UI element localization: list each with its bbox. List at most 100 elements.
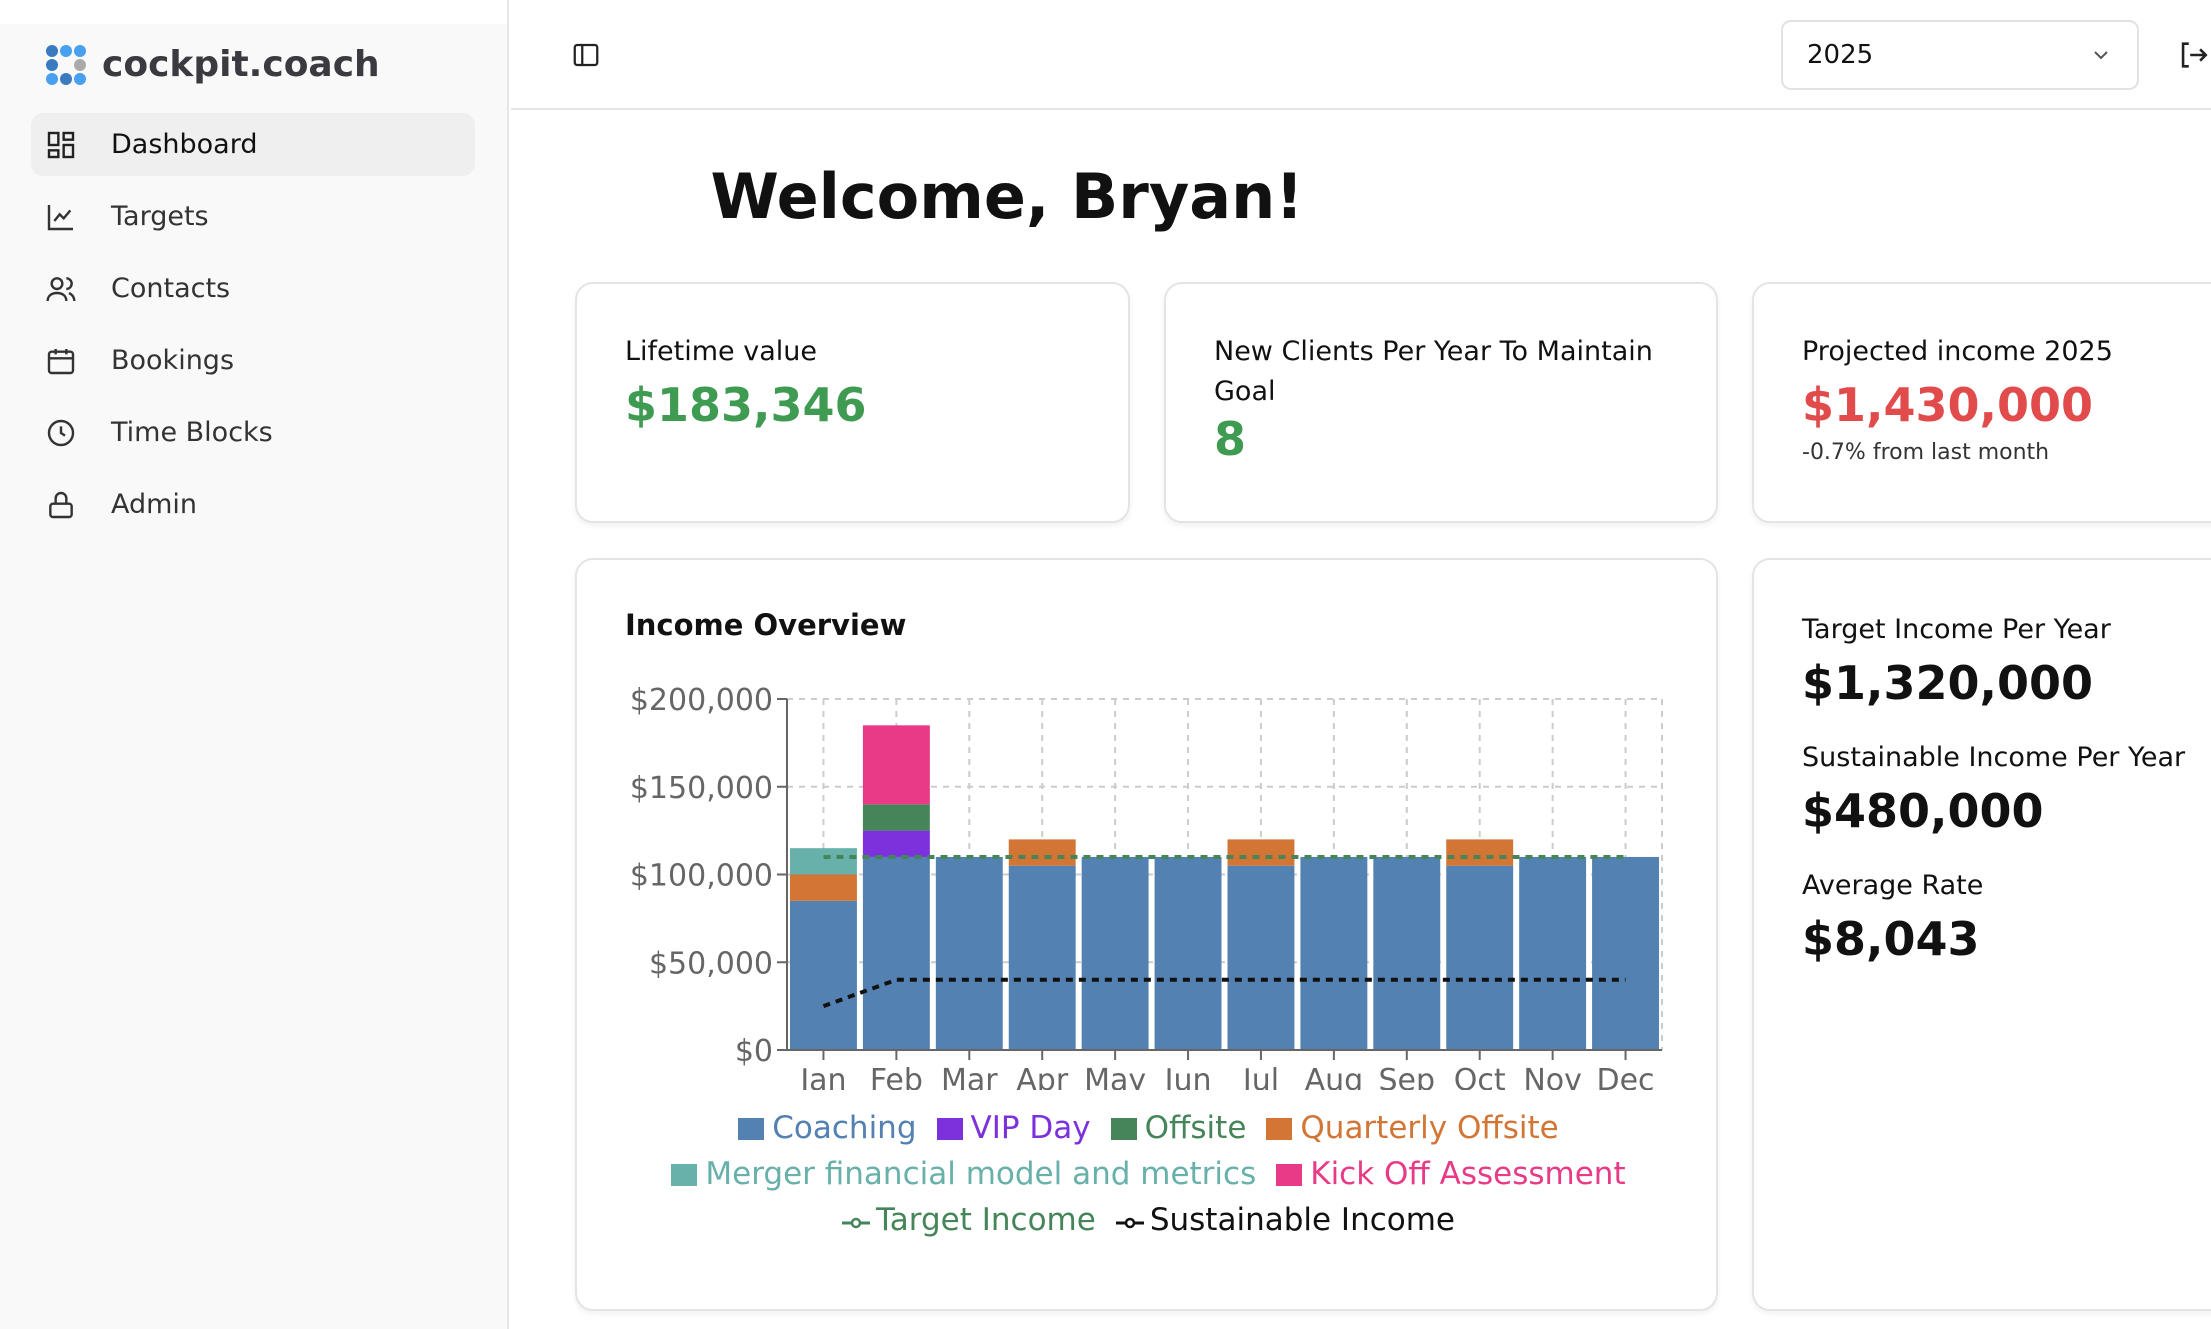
legend-label: Coaching	[772, 1110, 917, 1146]
legend-item[interactable]: Coaching	[738, 1110, 917, 1146]
sidebar-nav: Dashboard Targets Contacts Bookings Time…	[31, 113, 475, 545]
sidebar-item-label: Bookings	[111, 345, 235, 376]
legend-label: Offsite	[1144, 1110, 1247, 1146]
chart-title: Income Overview	[625, 608, 907, 642]
sidebar-item-label: Contacts	[111, 273, 231, 304]
lock-icon	[49, 491, 73, 518]
chevron-down-icon	[2094, 51, 2108, 60]
x-tick-label: Sep	[1379, 1063, 1436, 1090]
legend-item[interactable]: Merger financial model and metrics	[671, 1156, 1256, 1192]
sidebar-item-label: Time Blocks	[111, 417, 273, 448]
bar-segment	[1446, 839, 1514, 866]
sidebar-item-admin[interactable]: Admin	[31, 473, 475, 536]
legend-swatch	[1276, 1164, 1303, 1186]
income-overview-card: Income Overview $0 $50,000 $100,000 $150,00…	[575, 558, 1718, 1311]
sidebar-item-bookings[interactable]: Bookings	[31, 329, 475, 392]
lifetime-value-card: Lifetime value $183,346	[575, 282, 1130, 523]
y-tick-label: $0	[735, 1034, 773, 1069]
stat-label: Average Rate	[1802, 870, 1984, 901]
logo-icon	[46, 44, 86, 85]
x-tick-label: Nov	[1523, 1063, 1582, 1090]
year-select[interactable]: 2025	[1781, 20, 2139, 90]
sidebar-item-contacts[interactable]: Contacts	[31, 257, 475, 320]
stat-label: Target Income Per Year	[1802, 614, 2111, 645]
legend-label: Quarterly Offsite	[1300, 1110, 1559, 1146]
year-select-value: 2025	[1807, 40, 1874, 70]
legend-item[interactable]: Target Income	[841, 1202, 1096, 1238]
chart-legend: Coaching VIP Day Offsite Quarterly Offsite M…	[577, 1110, 1720, 1238]
brand-logo[interactable]: cockpit.coach	[46, 44, 380, 85]
projected-income-card: Projected income 2025 $1,430,000 -0.7% f…	[1752, 282, 2211, 523]
card-label: Lifetime value	[625, 336, 817, 367]
stat-label: Sustainable Income Per Year	[1802, 742, 2186, 773]
bar-segment	[790, 848, 857, 875]
x-tick-label: Oct	[1454, 1063, 1506, 1090]
logout-icon[interactable]	[2176, 38, 2210, 72]
legend-swatch	[671, 1164, 698, 1186]
welcome-text: Welcome, Bryan!	[710, 160, 1304, 233]
bar-segment	[862, 856, 930, 1050]
sidebar-item-label: Admin	[111, 489, 198, 520]
x-tick-label: Jan	[798, 1063, 846, 1090]
x-tick-label: Jun	[1163, 1063, 1212, 1090]
bar-segment	[1373, 856, 1441, 1050]
legend-line-icon	[1115, 1217, 1144, 1229]
bar-segment	[1227, 865, 1295, 1050]
bar-segment	[1154, 856, 1222, 1050]
bar-segment	[1008, 865, 1076, 1050]
card-value: 8	[1214, 412, 1247, 466]
y-tick-label: $50,000	[649, 946, 773, 981]
legend-item[interactable]: Kick Off Assessment	[1276, 1156, 1626, 1192]
sidebar-item-label: Dashboard	[111, 129, 258, 160]
bar-segment	[935, 856, 1003, 1050]
bar-segment	[1592, 856, 1659, 1050]
x-tick-label: May	[1084, 1063, 1146, 1090]
sidebar-item-label: Targets	[111, 201, 209, 232]
calendar-icon	[47, 348, 75, 374]
legend-label: Target Income	[875, 1202, 1096, 1238]
bar-segment	[1008, 839, 1076, 866]
bar-segment	[862, 804, 930, 831]
page-title: Welcome, Bryan!	[575, 160, 2211, 233]
legend-item[interactable]: Quarterly Offsite	[1266, 1110, 1559, 1146]
legend-item[interactable]: Offsite	[1110, 1110, 1247, 1146]
card-label: Projected income 2025	[1802, 336, 2113, 367]
income-chart: $0 $50,000 $100,000 $150,000 $200,000 Jan Feb M…	[630, 683, 1663, 1090]
legend-line-icon	[841, 1217, 870, 1229]
sidebar-item-dashboard[interactable]: Dashboard	[31, 113, 475, 176]
x-tick-label: Apr	[1016, 1063, 1069, 1090]
bar-segment	[1519, 856, 1587, 1050]
y-tick-label: $200,000	[630, 683, 773, 718]
bar-segment	[862, 830, 930, 857]
x-tick-label: Feb	[870, 1063, 923, 1090]
line-chart-icon	[47, 204, 73, 230]
bar-segment	[862, 725, 930, 805]
new-clients-card: New Clients Per Year To Maintain Goal 8	[1164, 282, 1718, 523]
bar-segment	[1081, 856, 1149, 1050]
x-tick-label: Aug	[1305, 1063, 1364, 1090]
sidebar-item-targets[interactable]: Targets	[31, 185, 475, 248]
legend-swatch	[936, 1118, 963, 1140]
card-subtext: -0.7% from last month	[1802, 440, 2050, 465]
brand-name: cockpit.coach	[102, 44, 380, 85]
dashboard-icon	[47, 131, 75, 158]
sidebar-toggle-icon[interactable]	[571, 40, 601, 70]
card-value: $1,430,000	[1802, 378, 2094, 432]
x-tick-label: Dec	[1597, 1063, 1655, 1090]
y-tick-label: $150,000	[630, 771, 773, 806]
bar-segment	[790, 900, 857, 1050]
legend-swatch	[1266, 1118, 1293, 1140]
x-tick-label: Mar	[941, 1063, 998, 1090]
top-bar: 2025	[511, 0, 2211, 110]
legend-label: Kick Off Assessment	[1310, 1156, 1626, 1192]
legend-label: Merger financial model and metrics	[705, 1156, 1257, 1192]
card-value: $183,346	[625, 378, 867, 432]
x-tick-label: Jul	[1241, 1063, 1279, 1090]
sidebar-item-time-blocks[interactable]: Time Blocks	[31, 401, 475, 464]
legend-item[interactable]: VIP Day	[936, 1110, 1091, 1146]
bar-segment	[1446, 865, 1514, 1050]
legend-item[interactable]: Sustainable Income	[1115, 1202, 1455, 1238]
legend-swatch	[738, 1118, 765, 1140]
y-tick-label: $100,000	[630, 859, 773, 894]
income-stats-card: Target Income Per Year $1,320,000 Sustai…	[1752, 558, 2211, 1311]
